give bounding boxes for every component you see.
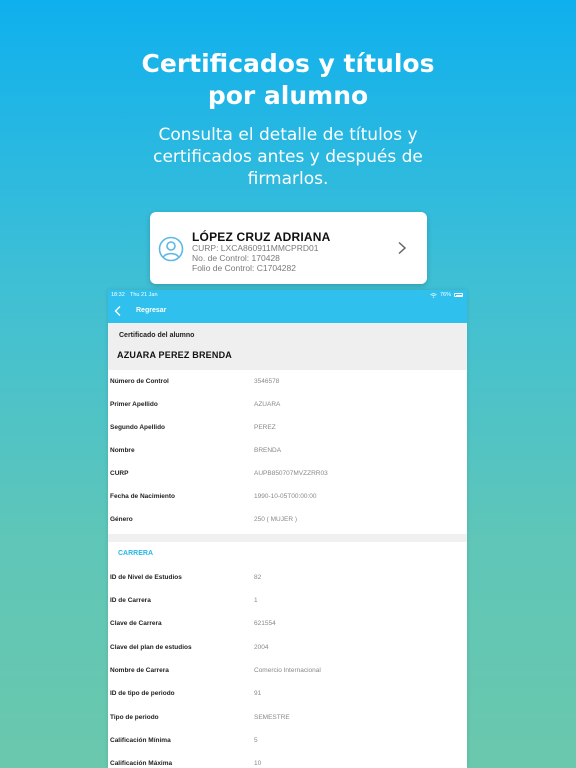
field-key: Nombre de Carrera — [110, 667, 169, 674]
status-time: 18:32 — [111, 292, 125, 298]
field-key: Calificación Mínima — [110, 737, 171, 744]
field-key: ID de tipo de periodo — [110, 690, 175, 697]
back-button[interactable]: Regresar — [136, 307, 166, 314]
field-row: Calificación Mínima 5 — [108, 729, 467, 752]
field-value: PEREZ — [254, 424, 276, 431]
field-row: ID de Nivel de Estudios 82 — [108, 566, 467, 589]
user-avatar-icon — [158, 236, 184, 262]
field-key: ID de Nivel de Estudios — [110, 574, 182, 581]
field-value: AUPB850707MVZZRR03 — [254, 470, 328, 477]
field-key: Segundo Apellido — [110, 424, 166, 431]
chevron-right-icon — [398, 241, 407, 255]
field-row: Nombre de Carrera Comercio Internacional — [108, 659, 467, 682]
field-key: Clave de Carrera — [110, 620, 162, 627]
section-divider — [108, 534, 467, 542]
field-value: 91 — [254, 690, 262, 697]
field-row: CURP AUPB850707MVZZRR03 — [108, 462, 467, 485]
field-row: Fecha de Nacimiento 1990-10-05T00:00:00 — [108, 485, 467, 508]
student-card-folio: Folio de Control: C1704282 — [192, 263, 296, 273]
certificate-label: Certificado del alumno — [119, 332, 195, 339]
device-screen: 18:32 Thu 21 Jan 76% Regresar Certificad… — [108, 290, 467, 768]
field-row: Calificación Máxima 10 — [108, 752, 467, 768]
back-chevron-icon[interactable] — [113, 305, 123, 317]
student-card-name: LÓPEZ CRUZ ADRIANA — [192, 230, 331, 244]
nav-bar: Regresar — [108, 300, 467, 323]
field-value: BRENDA — [254, 447, 282, 454]
field-value: 5 — [254, 737, 258, 744]
field-row: Primer Apellido AZUARA — [108, 393, 467, 416]
field-key: Calificación Máxima — [110, 760, 173, 767]
field-row: Segundo Apellido PEREZ — [108, 416, 467, 439]
student-card-curp: CURP: LXCA860911MMCPRD01 — [192, 243, 319, 253]
field-key: Clave del plan de estudios — [110, 644, 192, 651]
field-row: Número de Control 3546578 — [108, 370, 467, 393]
certificate-student-name: AZUARA PEREZ BRENDA — [117, 350, 232, 360]
field-key: Tipo de periodo — [110, 714, 159, 721]
hero-subtitle: Consulta el detalle de títulos y certifi… — [153, 125, 423, 189]
field-value: 1 — [254, 597, 258, 604]
field-value: 250 ( MUJER ) — [254, 516, 297, 523]
student-card-control: No. de Control: 170428 — [192, 253, 280, 263]
field-value: 82 — [254, 574, 262, 581]
field-key: Primer Apellido — [110, 401, 158, 408]
field-value: Comercio Internacional — [254, 667, 321, 674]
field-row: ID de Carrera 1 — [108, 589, 467, 612]
battery-icon — [454, 293, 463, 297]
field-value: 2004 — [254, 644, 269, 651]
wifi-icon — [430, 292, 437, 298]
certificate-header: Certificado del alumno AZUARA PEREZ BREN… — [108, 323, 467, 370]
battery-percent: 76% — [439, 292, 451, 298]
field-row: Clave del plan de estudios 2004 — [108, 636, 467, 659]
field-value: 10 — [254, 760, 262, 767]
field-key: CURP — [110, 470, 129, 477]
student-card[interactable]: LÓPEZ CRUZ ADRIANA CURP: LXCA860911MMCPR… — [150, 212, 427, 284]
status-bar: 18:32 Thu 21 Jan 76% — [108, 290, 467, 300]
field-row: Género 250 ( MUJER ) — [108, 508, 467, 531]
field-key: Nombre — [110, 447, 135, 454]
field-value: 621554 — [254, 620, 276, 627]
field-row: Tipo de periodo SEMESTRE — [108, 706, 467, 729]
field-key: Número de Control — [110, 378, 169, 385]
field-key: Fecha de Nacimiento — [110, 493, 176, 500]
field-row: Nombre BRENDA — [108, 439, 467, 462]
career-section-title: CARRERA — [118, 550, 153, 557]
field-value: SEMESTRE — [254, 714, 290, 721]
status-date: Thu 21 Jan — [130, 292, 158, 298]
hero-title: Certificados y títulos por alumno — [141, 49, 435, 110]
field-row: Clave de Carrera 621554 — [108, 612, 467, 635]
field-key: ID de Carrera — [110, 597, 151, 604]
field-value: 3546578 — [254, 378, 280, 385]
field-row: ID de tipo de periodo 91 — [108, 682, 467, 705]
field-key: Género — [110, 516, 133, 523]
field-value: 1990-10-05T00:00:00 — [254, 493, 317, 500]
field-value: AZUARA — [254, 401, 281, 408]
